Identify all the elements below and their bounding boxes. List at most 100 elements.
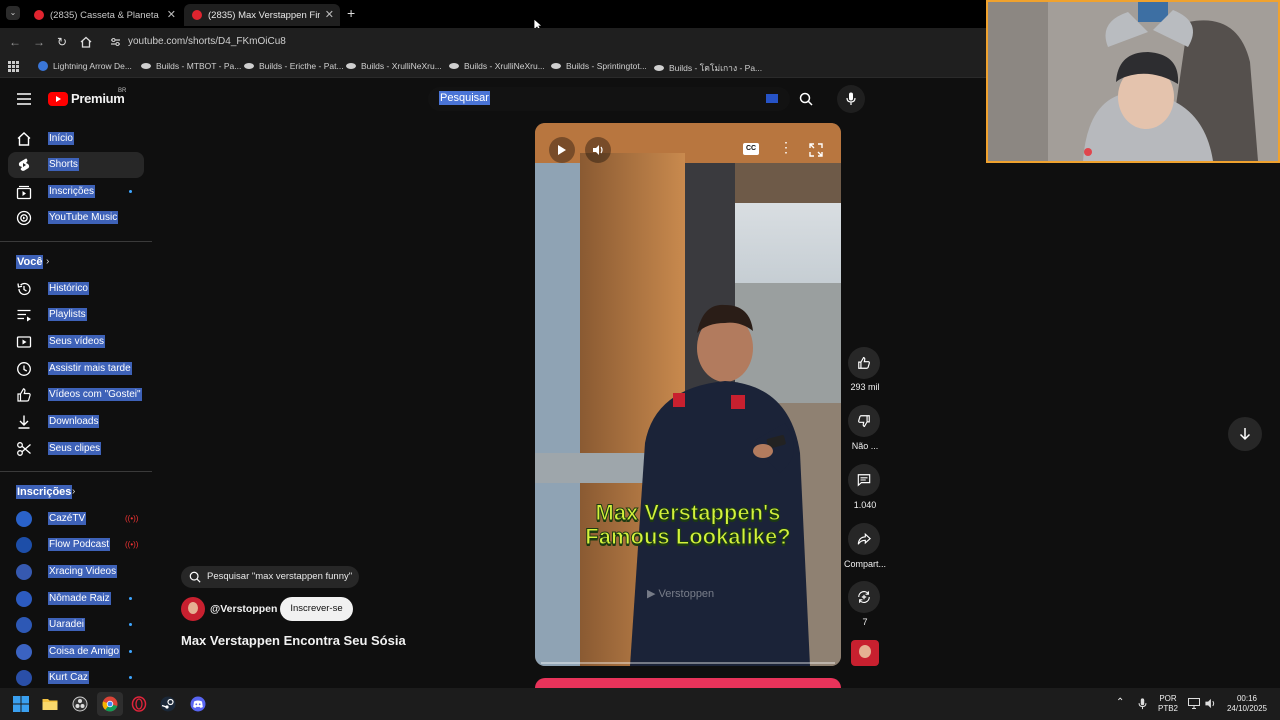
sidebar-item-videos-gostei[interactable]: Vídeos com "Gostei" <box>8 382 144 408</box>
next-short-button[interactable] <box>1228 417 1262 451</box>
apps-grid-icon[interactable] <box>8 61 19 72</box>
sidebar-item-youtube-music[interactable]: YouTube Music <box>8 205 144 231</box>
sidebar-item-assistir-mais-tarde[interactable]: Assistir mais tarde <box>8 356 144 382</box>
bookmark-item[interactable]: Builds - XrulliNeXru... <box>449 61 545 71</box>
subscription-item[interactable]: Uaradei <box>8 612 144 638</box>
volume-icon <box>593 145 603 155</box>
opera-gx-icon[interactable] <box>131 696 147 712</box>
section-header-voce[interactable]: Você <box>16 255 44 269</box>
bookmark-item[interactable]: Lightning Arrow De... <box>38 61 132 71</box>
logo-text: Premium <box>71 91 125 106</box>
video-caption: Max Verstappen's Famous Lookalike? <box>585 500 791 549</box>
share-button[interactable] <box>848 523 880 555</box>
forward-icon[interactable]: → <box>33 35 45 49</box>
sidebar-item-playlists[interactable]: Playlists <box>8 302 144 328</box>
clock[interactable]: 00:16 24/10/2025 <box>1222 694 1272 714</box>
home-icon[interactable] <box>80 36 92 48</box>
reload-icon[interactable]: ↻ <box>57 35 67 49</box>
sidebar-item-label: Downloads <box>48 415 100 428</box>
sidebar-item-inscricoes[interactable]: Inscrições <box>8 179 144 205</box>
fullscreen-icon[interactable] <box>809 143 823 157</box>
play-button[interactable] <box>549 137 575 163</box>
chrome-icon[interactable] <box>102 696 118 712</box>
subscription-item[interactable]: Nômade Raiz <box>8 586 144 612</box>
network-icon[interactable] <box>1188 698 1200 709</box>
subscription-label: Xracing Videos <box>48 565 118 578</box>
like-button[interactable] <box>848 347 880 379</box>
channel-thumbnail-avatar[interactable] <box>851 640 879 666</box>
section-header-inscricoes[interactable]: Inscrições <box>16 485 73 499</box>
channel-avatar[interactable] <box>181 597 205 621</box>
voice-search-button[interactable] <box>837 85 865 113</box>
sidebar-item-shorts[interactable]: Shorts <box>8 152 144 178</box>
obs-icon[interactable] <box>72 696 88 712</box>
close-tab-icon[interactable]: ✕ <box>325 8 334 21</box>
new-content-dot <box>129 190 132 193</box>
bookmark-item[interactable]: Builds - Sprintingtot... <box>551 61 647 71</box>
remix-button[interactable] <box>848 581 880 613</box>
playlists-icon <box>17 309 31 322</box>
progress-bar[interactable] <box>541 662 835 664</box>
bookmark-icon <box>346 63 356 69</box>
bookmark-item[interactable]: Builds - MTBOT - Pa... <box>141 61 241 71</box>
browser-tab-1[interactable]: (2835) Casseta & Planeta Urgen ✕ <box>26 4 182 26</box>
input-language-indicator[interactable]: POR PTB2 <box>1155 694 1181 714</box>
dislike-button[interactable] <box>848 405 880 437</box>
menu-icon[interactable] <box>17 93 31 105</box>
sidebar-item-inicio[interactable]: Início <box>8 126 144 152</box>
sidebar-item-label: Seus clipes <box>48 442 102 455</box>
download-icon <box>18 415 30 429</box>
short-video-player[interactable]: Max Verstappen's Famous Lookalike? ▶ Ver… <box>535 123 841 666</box>
new-tab-button[interactable]: + <box>347 5 355 21</box>
subscription-item[interactable]: Xracing Videos <box>8 559 144 585</box>
bookmark-item[interactable]: Builds - โคโม่เกาง - Pa... <box>654 61 762 75</box>
chevron-right-icon[interactable]: › <box>46 256 49 267</box>
live-indicator-icon: ((•)) <box>125 540 139 549</box>
file-explorer-icon[interactable] <box>42 696 58 712</box>
bookmark-icon <box>244 63 254 69</box>
tray-overflow-chevron-icon[interactable]: ⌃ <box>1116 698 1124 708</box>
subscription-item[interactable]: CazéTV ((•)) <box>8 506 144 532</box>
youtube-favicon-icon <box>34 10 44 20</box>
search-button[interactable] <box>792 85 820 113</box>
search-input[interactable]: Pesquisar <box>439 91 490 105</box>
subscription-item[interactable]: Coisa de Amigo <box>8 639 144 665</box>
related-search-chip[interactable]: Pesquisar "max verstappen funny" <box>181 566 359 588</box>
comments-button[interactable] <box>848 464 880 496</box>
site-info-icon[interactable] <box>110 37 121 47</box>
bookmark-item[interactable]: Builds - XrulliNeXru... <box>346 61 442 71</box>
video-frame-image <box>535 123 841 666</box>
sidebar-item-seus-videos[interactable]: Seus vídeos <box>8 329 144 355</box>
browser-tab-2[interactable]: (2835) Max Verstappen Finds H ✕ <box>184 4 340 26</box>
captions-button[interactable]: CC <box>743 143 759 155</box>
close-tab-icon[interactable]: ✕ <box>167 8 176 21</box>
channel-name[interactable]: @Verstoppen <box>210 603 277 615</box>
discord-icon[interactable] <box>190 696 206 712</box>
webcam-overlay <box>986 0 1280 163</box>
bookmark-globe-icon <box>38 61 48 71</box>
play-icon <box>558 145 566 155</box>
more-options-icon[interactable]: ⋮ <box>779 139 793 156</box>
clock-time: 00:16 <box>1236 694 1258 703</box>
channel-avatar <box>16 591 32 607</box>
youtube-favicon-icon <box>192 10 202 20</box>
tab-list-button[interactable]: ⌄ <box>6 6 20 20</box>
windows-start-icon[interactable] <box>13 696 29 712</box>
bookmark-item[interactable]: Builds - Ericthe - Pat... <box>244 61 344 71</box>
subscribe-button[interactable]: Inscrever-se <box>280 597 353 621</box>
sidebar-item-seus-clipes[interactable]: Seus clipes <box>8 436 144 462</box>
bookmark-icon <box>654 65 664 71</box>
address-bar[interactable]: youtube.com/shorts/D4_FKmOiCu8 <box>104 33 984 51</box>
youtube-logo[interactable]: Premium BR <box>48 88 126 106</box>
microphone-tray-icon[interactable] <box>1138 698 1147 710</box>
subscription-item[interactable]: Flow Podcast ((•)) <box>8 532 144 558</box>
subscription-label: Kurt Caz <box>48 671 89 684</box>
chevron-right-icon[interactable]: › <box>72 486 75 497</box>
sidebar-item-downloads[interactable]: Downloads <box>8 409 144 435</box>
sidebar-item-historico[interactable]: Histórico <box>8 276 144 302</box>
steam-icon[interactable] <box>160 696 176 712</box>
back-icon[interactable]: ← <box>9 35 21 49</box>
thumbs-up-icon <box>858 356 870 369</box>
mute-button[interactable] <box>585 137 611 163</box>
speaker-icon[interactable] <box>1204 698 1216 709</box>
